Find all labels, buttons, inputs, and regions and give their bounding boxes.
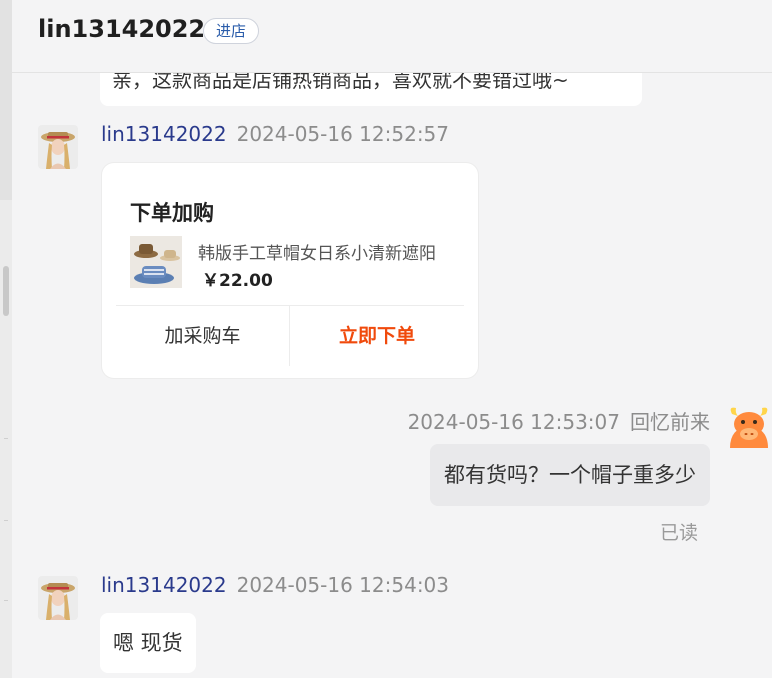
product-image (130, 236, 182, 288)
my-message-bubble: 都有货吗？一个帽子重多少 (430, 444, 710, 506)
product-price: ￥22.00 (202, 271, 273, 291)
seller-avatar-image (38, 576, 78, 620)
product-thumbnail[interactable] (130, 236, 182, 288)
scroll-rail-segment (0, 0, 12, 200)
message-time: 2024-05-16 12:53:07 (407, 410, 620, 434)
message-time: 2024-05-16 12:52:57 (236, 122, 450, 146)
message-time: 2024-05-16 12:54:03 (236, 573, 450, 597)
chat-header: lin13142022 进店 (12, 0, 772, 73)
order-card: 下单加购 韩版手工草帽女日系小清新遮阳 ￥22.00 加采购车 立即下单 (102, 163, 478, 378)
rail-tick (4, 600, 8, 601)
sender-name[interactable]: lin13142022 (101, 573, 227, 597)
enter-shop-button[interactable]: 进店 (203, 18, 260, 44)
seller-avatar[interactable] (38, 125, 78, 169)
buy-now-button[interactable]: 立即下单 (290, 306, 464, 366)
rail-tick (4, 520, 8, 521)
seller-avatar-image (38, 125, 78, 169)
reply-message-bubble: 嗯 现货 (100, 613, 196, 673)
seller-avatar[interactable] (38, 576, 78, 620)
bull-avatar-icon (730, 407, 768, 448)
my-avatar[interactable] (726, 404, 772, 450)
scrollbar-thumb[interactable] (3, 266, 9, 316)
product-name[interactable]: 韩版手工草帽女日系小清新遮阳 (198, 239, 436, 264)
rail-tick (4, 438, 8, 439)
my-message-meta: 2024-05-16 12:53:07 回忆前来 (408, 406, 710, 435)
message-meta: lin13142022 2024-05-16 12:54:03 (101, 573, 449, 597)
order-card-title: 下单加购 (130, 201, 214, 225)
scroll-rail[interactable] (0, 0, 12, 678)
message-meta: lin13142022 2024-05-16 12:52:57 (101, 122, 449, 146)
shop-name: lin13142022 (38, 15, 206, 43)
sender-name[interactable]: lin13142022 (101, 122, 227, 146)
add-to-cart-button[interactable]: 加采购车 (116, 306, 289, 366)
read-status: 已读 (659, 522, 698, 544)
my-name: 回忆前来 (630, 410, 710, 434)
